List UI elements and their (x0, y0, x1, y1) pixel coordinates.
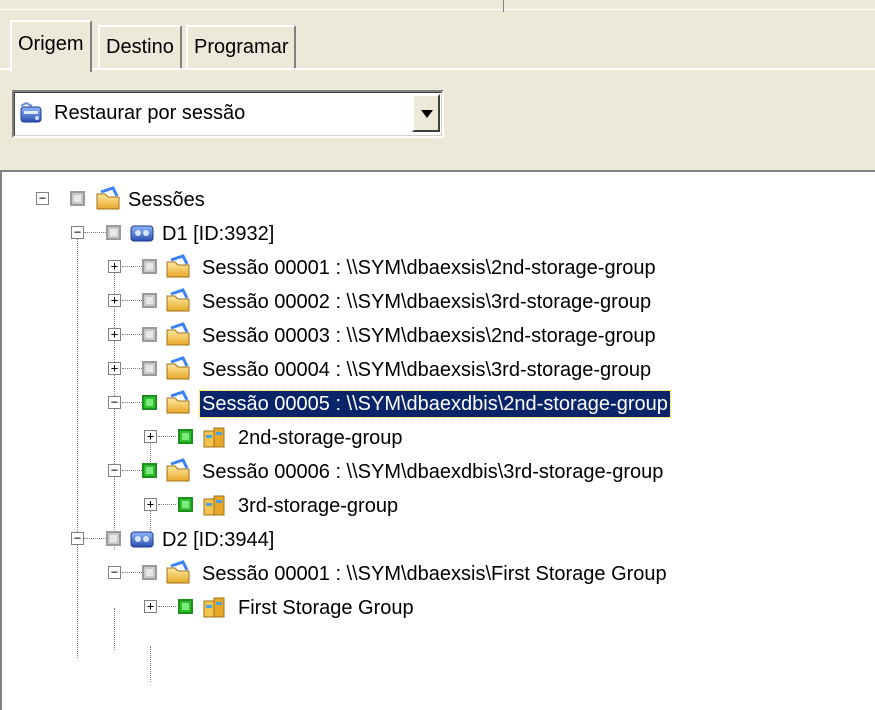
tree-row-session[interactable]: − Sessão 00001 : \\SYM\dbaexsis\First St… (2, 558, 875, 592)
session-folder-icon (166, 458, 190, 482)
checkbox-checked[interactable] (178, 599, 193, 614)
tree-row-storage-group[interactable]: + First Storage Group (2, 592, 875, 626)
tree-row-storage-group[interactable]: + 3rd-storage-group (2, 490, 875, 524)
tree-label: Sessão 00005 : \\SYM\dbaexdbis\2nd-stora… (199, 390, 671, 418)
expand-button[interactable]: + (108, 294, 121, 307)
tab-destino-label: Destino (106, 36, 174, 58)
tree-connector (158, 606, 176, 608)
tree-connector (158, 504, 176, 506)
sessions-folder-icon (96, 186, 120, 210)
collapse-button[interactable]: − (71, 532, 84, 545)
expand-button[interactable]: + (108, 328, 121, 341)
checkbox[interactable] (70, 191, 85, 206)
tape-media-icon (130, 531, 154, 548)
tree-label: Sessão 00001 : \\SYM\dbaexsis\2nd-storag… (202, 257, 656, 279)
collapse-button[interactable]: − (71, 226, 84, 239)
tab-destino[interactable]: Destino (98, 25, 182, 69)
tree-row-d2[interactable]: − D2 [ID:3944] (2, 524, 875, 558)
checkbox[interactable] (142, 361, 157, 376)
tree-connector (122, 334, 142, 336)
tree-label: First Storage Group (238, 597, 414, 619)
tree-connector (84, 232, 106, 234)
tree-connector (122, 572, 142, 574)
checkbox-checked[interactable] (142, 463, 157, 478)
tree-connector (122, 300, 142, 302)
tree-label: Sessão 00006 : \\SYM\dbaexdbis\3rd-stora… (202, 461, 664, 483)
restore-mode-select[interactable]: Restaurar por sessão (12, 90, 444, 138)
tree-row-session[interactable]: + Sessão 00003 : \\SYM\dbaexsis\2nd-stor… (2, 320, 875, 354)
expand-button[interactable]: + (144, 600, 157, 613)
tree-connector (122, 402, 142, 404)
storage-group-icon (203, 427, 225, 448)
window-top-strip (0, 0, 875, 9)
session-folder-icon (166, 254, 190, 278)
checkbox-checked[interactable] (142, 395, 157, 410)
tree-connector (122, 266, 142, 268)
session-folder-icon (166, 356, 190, 380)
window-top-line (0, 9, 875, 10)
pane-splitter[interactable] (503, 0, 504, 12)
storage-group-icon (203, 495, 225, 516)
tape-media-icon (130, 225, 154, 242)
checkbox[interactable] (142, 259, 157, 274)
tree-line-s1b (150, 646, 152, 682)
tree-row-session[interactable]: + Sessão 00004 : \\SYM\dbaexsis\3rd-stor… (2, 354, 875, 388)
checkbox[interactable] (142, 565, 157, 580)
tab-programar[interactable]: Programar (186, 25, 297, 69)
restore-mode-value: Restaurar por sessão (54, 102, 246, 124)
tree-label: Sessões (128, 189, 205, 211)
tree-label: 3rd-storage-group (238, 495, 399, 517)
expand-button[interactable]: + (144, 498, 157, 511)
collapse-button[interactable]: − (36, 192, 49, 205)
checkbox[interactable] (142, 293, 157, 308)
tree-label: Sessão 00004 : \\SYM\dbaexsis\3rd-storag… (202, 359, 652, 381)
chevron-down-icon (421, 110, 433, 118)
tree-row-storage-group[interactable]: + 2nd-storage-group (2, 422, 875, 456)
restore-drive-icon (20, 101, 42, 123)
session-tree[interactable]: − Sessões − D1 [ID:3932] + Sessão 00001 … (0, 170, 875, 710)
tab-programar-label: Programar (194, 36, 289, 58)
tree-connector (122, 470, 142, 472)
tree-label: Sessão 00003 : \\SYM\dbaexsis\2nd-storag… (202, 325, 656, 347)
tree-row-session[interactable]: + Sessão 00001 : \\SYM\dbaexsis\2nd-stor… (2, 252, 875, 286)
tree-label: Sessão 00001 : \\SYM\dbaexsis\First Stor… (202, 563, 667, 585)
expand-button[interactable]: + (144, 430, 157, 443)
storage-group-icon (203, 597, 225, 618)
tree-row-sessoes[interactable]: − Sessões (2, 184, 875, 218)
checkbox-checked[interactable] (178, 429, 193, 444)
expand-button[interactable]: + (108, 362, 121, 375)
tree-connector (84, 538, 106, 540)
tree-row-session[interactable]: + Sessão 00002 : \\SYM\dbaexsis\3rd-stor… (2, 286, 875, 320)
collapse-button[interactable]: − (108, 396, 121, 409)
checkbox[interactable] (106, 531, 121, 546)
checkbox-checked[interactable] (178, 497, 193, 512)
session-folder-icon (166, 322, 190, 346)
tree-label: D1 [ID:3932] (162, 223, 275, 245)
collapse-button[interactable]: − (108, 566, 121, 579)
collapse-button[interactable]: − (108, 464, 121, 477)
tree-connector (122, 368, 142, 370)
tree-row-d1[interactable]: − D1 [ID:3932] (2, 218, 875, 252)
tree-connector (158, 436, 176, 438)
tree-row-session-selected[interactable]: − Sessão 00005 : \\SYM\dbaexdbis\2nd-sto… (2, 388, 875, 422)
tree-label: Sessão 00002 : \\SYM\dbaexsis\3rd-storag… (202, 291, 652, 313)
expand-button[interactable]: + (108, 260, 121, 273)
checkbox[interactable] (142, 327, 157, 342)
tree-label: 2nd-storage-group (238, 427, 403, 449)
tree-label: D2 [ID:3944] (162, 529, 275, 551)
session-folder-icon (166, 390, 190, 414)
tab-panel-edge (0, 68, 875, 70)
checkbox[interactable] (106, 225, 121, 240)
session-folder-icon (166, 288, 190, 312)
tree-row-session[interactable]: − Sessão 00006 : \\SYM\dbaexdbis\3rd-sto… (2, 456, 875, 490)
tab-origem[interactable]: Origem (10, 20, 92, 72)
session-folder-icon (166, 560, 190, 584)
restore-mode-dropdown-button[interactable] (412, 94, 440, 132)
tab-origem-label: Origem (18, 33, 84, 55)
